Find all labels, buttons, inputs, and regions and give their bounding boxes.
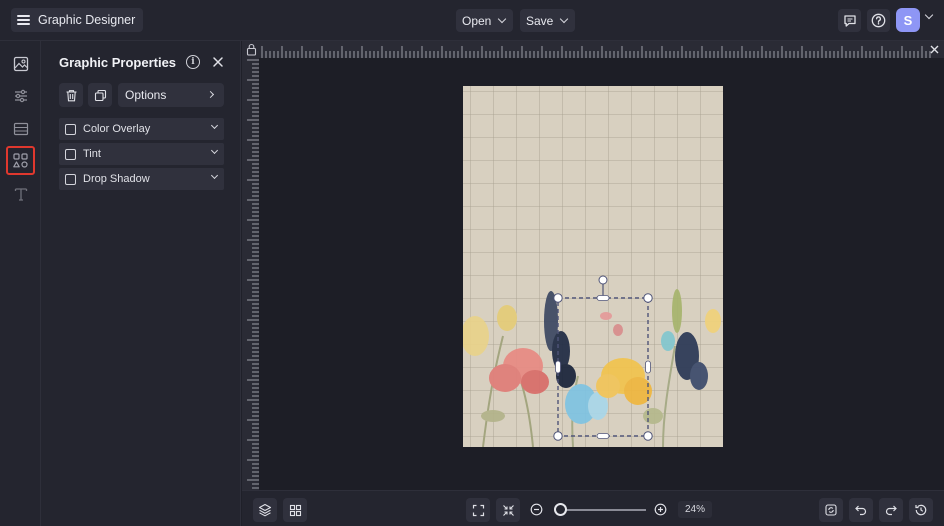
zoom-in-icon[interactable] <box>654 503 667 516</box>
redo-icon <box>885 505 897 516</box>
zoom-slider-track[interactable] <box>560 509 646 511</box>
undo-button[interactable] <box>849 498 873 522</box>
ruler-left <box>242 58 259 490</box>
save-label: Save <box>526 13 554 28</box>
fit-screen-button[interactable] <box>466 498 490 522</box>
chevron-right-icon <box>206 90 215 99</box>
collapse-icon <box>502 504 514 516</box>
graphics-tool-icon[interactable] <box>6 146 35 175</box>
duplicate-icon <box>94 89 106 101</box>
accordion-label: Drop Shadow <box>83 173 150 185</box>
layers-button[interactable] <box>253 498 277 522</box>
user-avatar[interactable]: S <box>896 8 920 32</box>
close-icon[interactable] <box>211 55 225 69</box>
chevron-down-icon <box>210 146 219 155</box>
close-ruler-icon[interactable] <box>929 44 940 55</box>
accordion-label: Color Overlay <box>83 123 151 135</box>
image-tool-icon[interactable] <box>8 51 33 76</box>
panel-title: Graphic Properties <box>59 55 177 70</box>
chevron-down-icon <box>498 14 507 24</box>
zoom-level[interactable]: 24% <box>678 501 712 518</box>
background-tool-icon[interactable] <box>8 116 33 141</box>
chevron-down-icon <box>210 121 219 130</box>
expand-icon <box>472 504 484 516</box>
text-tool-icon[interactable] <box>8 181 33 206</box>
options-label: Options <box>125 88 167 102</box>
zoom-out-icon[interactable] <box>530 503 543 516</box>
ruler-top <box>242 41 944 58</box>
delete-button[interactable] <box>59 83 83 107</box>
app-menu-button[interactable]: Graphic Designer <box>11 8 144 32</box>
rotate-button[interactable] <box>819 498 843 522</box>
lock-icon[interactable] <box>246 43 257 56</box>
top-bar: Graphic Designer Open Save S <box>0 0 944 41</box>
tint-checkbox[interactable] <box>65 148 76 160</box>
duplicate-button[interactable] <box>88 83 112 107</box>
avatar-initial: S <box>903 12 913 28</box>
graphic-properties-panel: Graphic Properties i Options Color Overl… <box>41 41 241 526</box>
grid-view-button[interactable] <box>283 498 307 522</box>
save-dropdown-button[interactable]: Save <box>520 9 576 32</box>
layers-icon <box>258 503 272 517</box>
help-button[interactable] <box>867 9 890 32</box>
design-document[interactable] <box>463 86 723 447</box>
redo-button[interactable] <box>879 498 903 522</box>
history-icon <box>915 504 927 516</box>
app-title: Graphic Designer <box>38 13 136 27</box>
adjustments-tool-icon[interactable] <box>8 83 33 108</box>
tool-rail <box>0 41 41 526</box>
accordion-drop-shadow[interactable]: Drop Shadow <box>59 168 224 190</box>
zoom-slider-thumb[interactable] <box>554 503 567 516</box>
comment-icon <box>843 14 856 27</box>
options-button[interactable]: Options <box>118 83 224 107</box>
chevron-down-icon <box>560 14 569 24</box>
chevron-down-icon[interactable] <box>924 10 934 20</box>
comments-button[interactable] <box>838 9 861 32</box>
help-icon <box>871 13 886 28</box>
menu-icon <box>17 15 30 25</box>
open-label: Open <box>462 13 492 28</box>
bottom-bar: 24% <box>242 490 944 526</box>
refresh-icon <box>825 504 837 516</box>
trash-icon <box>66 89 76 101</box>
color-overlay-checkbox[interactable] <box>65 123 76 135</box>
history-button[interactable] <box>909 498 933 522</box>
undo-icon <box>855 505 867 516</box>
chevron-down-icon <box>210 171 219 180</box>
grid-icon <box>289 504 301 516</box>
open-dropdown-button[interactable]: Open <box>456 9 514 32</box>
accordion-color-overlay[interactable]: Color Overlay <box>59 118 224 140</box>
shrink-button[interactable] <box>496 498 520 522</box>
accordion-label: Tint <box>83 148 101 160</box>
accordion-tint[interactable]: Tint <box>59 143 224 165</box>
drop-shadow-checkbox[interactable] <box>65 173 76 185</box>
info-icon[interactable]: i <box>186 55 200 69</box>
